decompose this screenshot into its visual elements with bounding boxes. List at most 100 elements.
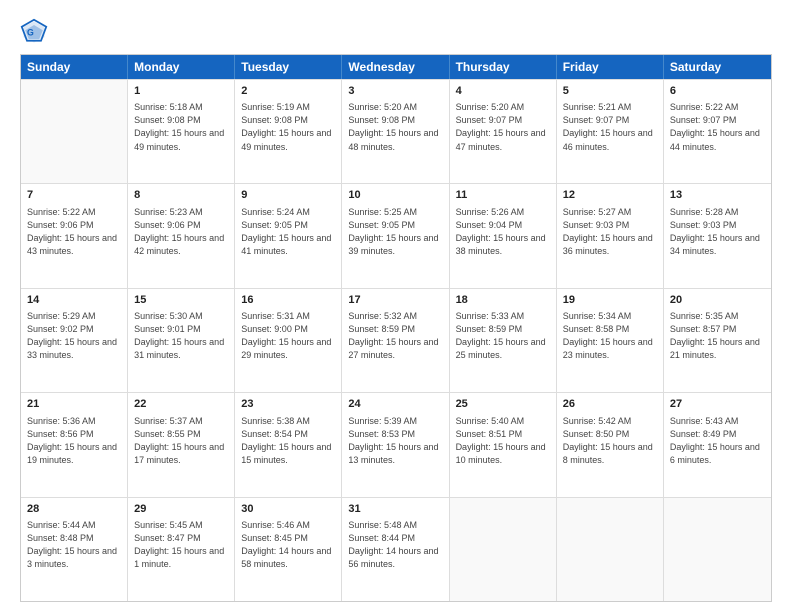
cell-info: Sunrise: 5:46 AMSunset: 8:45 PMDaylight:… (241, 519, 335, 571)
cell-info: Sunrise: 5:21 AMSunset: 9:07 PMDaylight:… (563, 101, 657, 153)
cell-info: Sunrise: 5:48 AMSunset: 8:44 PMDaylight:… (348, 519, 442, 571)
day-number: 16 (241, 293, 335, 308)
day-number: 17 (348, 293, 442, 308)
day-of-week-thursday: Thursday (450, 55, 557, 79)
calendar-week-1: 1 Sunrise: 5:18 AMSunset: 9:08 PMDaylight… (21, 79, 771, 183)
day-number: 26 (563, 397, 657, 412)
calendar-header: SundayMondayTuesdayWednesdayThursdayFrid… (21, 55, 771, 79)
table-row: 22 Sunrise: 5:37 AMSunset: 8:55 PMDayligh… (128, 393, 235, 496)
table-row: 19 Sunrise: 5:34 AMSunset: 8:58 PMDayligh… (557, 289, 664, 392)
table-row: 11Sunrise: 5:26 AMSunset: 9:04 PMDayligh… (450, 184, 557, 287)
table-row: 4Sunrise: 5:20 AMSunset: 9:07 PMDaylight… (450, 80, 557, 183)
day-of-week-saturday: Saturday (664, 55, 771, 79)
table-row: 26 Sunrise: 5:42 AMSunset: 8:50 PMDayligh… (557, 393, 664, 496)
cell-info: Sunrise: 5:23 AMSunset: 9:06 PMDaylight:… (134, 206, 228, 258)
cell-info: Sunrise: 5:34 AMSunset: 8:58 PMDaylight:… (563, 310, 657, 362)
day-number: 13 (670, 188, 765, 203)
day-of-week-wednesday: Wednesday (342, 55, 449, 79)
day-number: 22 (134, 397, 228, 412)
calendar-week-5: 28 Sunrise: 5:44 AMSunset: 8:48 PMDayligh… (21, 497, 771, 601)
day-number: 6 (670, 84, 765, 99)
table-row (21, 80, 128, 183)
cell-info: Sunrise: 5:22 AMSunset: 9:07 PMDaylight:… (670, 101, 765, 153)
table-row (664, 498, 771, 601)
table-row: 6 Sunrise: 5:22 AMSunset: 9:07 PMDaylight… (664, 80, 771, 183)
day-number: 4 (456, 84, 550, 99)
day-number: 1 (134, 84, 228, 99)
day-number: 7 (27, 188, 121, 203)
table-row: 10 Sunrise: 5:25 AMSunset: 9:05 PMDayligh… (342, 184, 449, 287)
calendar-week-2: 7 Sunrise: 5:22 AMSunset: 9:06 PMDaylight… (21, 183, 771, 287)
table-row: 1 Sunrise: 5:18 AMSunset: 9:08 PMDaylight… (128, 80, 235, 183)
table-row: 28 Sunrise: 5:44 AMSunset: 8:48 PMDayligh… (21, 498, 128, 601)
day-number: 10 (348, 188, 442, 203)
table-row: 25 Sunrise: 5:40 AMSunset: 8:51 PMDayligh… (450, 393, 557, 496)
cell-info: Sunrise: 5:32 AMSunset: 8:59 PMDaylight:… (348, 310, 442, 362)
cell-info: Sunrise: 5:38 AMSunset: 8:54 PMDaylight:… (241, 415, 335, 467)
cell-info: Sunrise: 5:35 AMSunset: 8:57 PMDaylight:… (670, 310, 765, 362)
day-number: 20 (670, 293, 765, 308)
cell-info: Sunrise: 5:43 AMSunset: 8:49 PMDaylight:… (670, 415, 765, 467)
svg-text:G: G (27, 28, 34, 38)
table-row: 2 Sunrise: 5:19 AMSunset: 9:08 PMDaylight… (235, 80, 342, 183)
cell-info: Sunrise: 5:42 AMSunset: 8:50 PMDaylight:… (563, 415, 657, 467)
day-number: 3 (348, 84, 442, 99)
cell-info: Sunrise: 5:26 AMSunset: 9:04 PMDaylight:… (456, 206, 550, 258)
calendar-week-3: 14 Sunrise: 5:29 AMSunset: 9:02 PMDayligh… (21, 288, 771, 392)
table-row (557, 498, 664, 601)
calendar-body: 1 Sunrise: 5:18 AMSunset: 9:08 PMDaylight… (21, 79, 771, 601)
day-number: 23 (241, 397, 335, 412)
day-of-week-monday: Monday (128, 55, 235, 79)
table-row: 13Sunrise: 5:28 AMSunset: 9:03 PMDayligh… (664, 184, 771, 287)
day-number: 19 (563, 293, 657, 308)
table-row: 24 Sunrise: 5:39 AMSunset: 8:53 PMDayligh… (342, 393, 449, 496)
day-number: 8 (134, 188, 228, 203)
day-of-week-friday: Friday (557, 55, 664, 79)
cell-info: Sunrise: 5:22 AMSunset: 9:06 PMDaylight:… (27, 206, 121, 258)
cell-info: Sunrise: 5:45 AMSunset: 8:47 PMDaylight:… (134, 519, 228, 571)
table-row: 31Sunrise: 5:48 AMSunset: 8:44 PMDayligh… (342, 498, 449, 601)
calendar-week-4: 21 Sunrise: 5:36 AMSunset: 8:56 PMDayligh… (21, 392, 771, 496)
calendar-page: G SundayMondayTuesdayWednesdayThursdayFr… (0, 0, 792, 612)
table-row: 20 Sunrise: 5:35 AMSunset: 8:57 PMDayligh… (664, 289, 771, 392)
day-number: 29 (134, 502, 228, 517)
cell-info: Sunrise: 5:33 AMSunset: 8:59 PMDaylight:… (456, 310, 550, 362)
cell-info: Sunrise: 5:27 AMSunset: 9:03 PMDaylight:… (563, 206, 657, 258)
table-row: 30 Sunrise: 5:46 AMSunset: 8:45 PMDayligh… (235, 498, 342, 601)
table-row: 7 Sunrise: 5:22 AMSunset: 9:06 PMDaylight… (21, 184, 128, 287)
day-number: 27 (670, 397, 765, 412)
day-number: 14 (27, 293, 121, 308)
day-number: 18 (456, 293, 550, 308)
day-number: 2 (241, 84, 335, 99)
table-row: 16Sunrise: 5:31 AMSunset: 9:00 PMDayligh… (235, 289, 342, 392)
table-row: 12 Sunrise: 5:27 AMSunset: 9:03 PMDayligh… (557, 184, 664, 287)
day-number: 28 (27, 502, 121, 517)
cell-info: Sunrise: 5:25 AMSunset: 9:05 PMDaylight:… (348, 206, 442, 258)
calendar: SundayMondayTuesdayWednesdayThursdayFrid… (20, 54, 772, 602)
day-number: 30 (241, 502, 335, 517)
day-number: 12 (563, 188, 657, 203)
cell-info: Sunrise: 5:18 AMSunset: 9:08 PMDaylight:… (134, 101, 228, 153)
table-row: 18 Sunrise: 5:33 AMSunset: 8:59 PMDayligh… (450, 289, 557, 392)
cell-info: Sunrise: 5:40 AMSunset: 8:51 PMDaylight:… (456, 415, 550, 467)
cell-info: Sunrise: 5:20 AMSunset: 9:08 PMDaylight:… (348, 101, 442, 153)
table-row: 14 Sunrise: 5:29 AMSunset: 9:02 PMDayligh… (21, 289, 128, 392)
table-row: 8 Sunrise: 5:23 AMSunset: 9:06 PMDaylight… (128, 184, 235, 287)
cell-info: Sunrise: 5:19 AMSunset: 9:08 PMDaylight:… (241, 101, 335, 153)
table-row: 27 Sunrise: 5:43 AMSunset: 8:49 PMDayligh… (664, 393, 771, 496)
cell-info: Sunrise: 5:36 AMSunset: 8:56 PMDaylight:… (27, 415, 121, 467)
table-row: 17 Sunrise: 5:32 AMSunset: 8:59 PMDayligh… (342, 289, 449, 392)
cell-info: Sunrise: 5:44 AMSunset: 8:48 PMDaylight:… (27, 519, 121, 571)
day-number: 24 (348, 397, 442, 412)
cell-info: Sunrise: 5:29 AMSunset: 9:02 PMDaylight:… (27, 310, 121, 362)
day-number: 21 (27, 397, 121, 412)
day-number: 25 (456, 397, 550, 412)
cell-info: Sunrise: 5:30 AMSunset: 9:01 PMDaylight:… (134, 310, 228, 362)
table-row: 21 Sunrise: 5:36 AMSunset: 8:56 PMDayligh… (21, 393, 128, 496)
table-row: 5Sunrise: 5:21 AMSunset: 9:07 PMDaylight… (557, 80, 664, 183)
day-of-week-sunday: Sunday (21, 55, 128, 79)
cell-info: Sunrise: 5:37 AMSunset: 8:55 PMDaylight:… (134, 415, 228, 467)
table-row: 15Sunrise: 5:30 AMSunset: 9:01 PMDayligh… (128, 289, 235, 392)
cell-info: Sunrise: 5:39 AMSunset: 8:53 PMDaylight:… (348, 415, 442, 467)
cell-info: Sunrise: 5:24 AMSunset: 9:05 PMDaylight:… (241, 206, 335, 258)
